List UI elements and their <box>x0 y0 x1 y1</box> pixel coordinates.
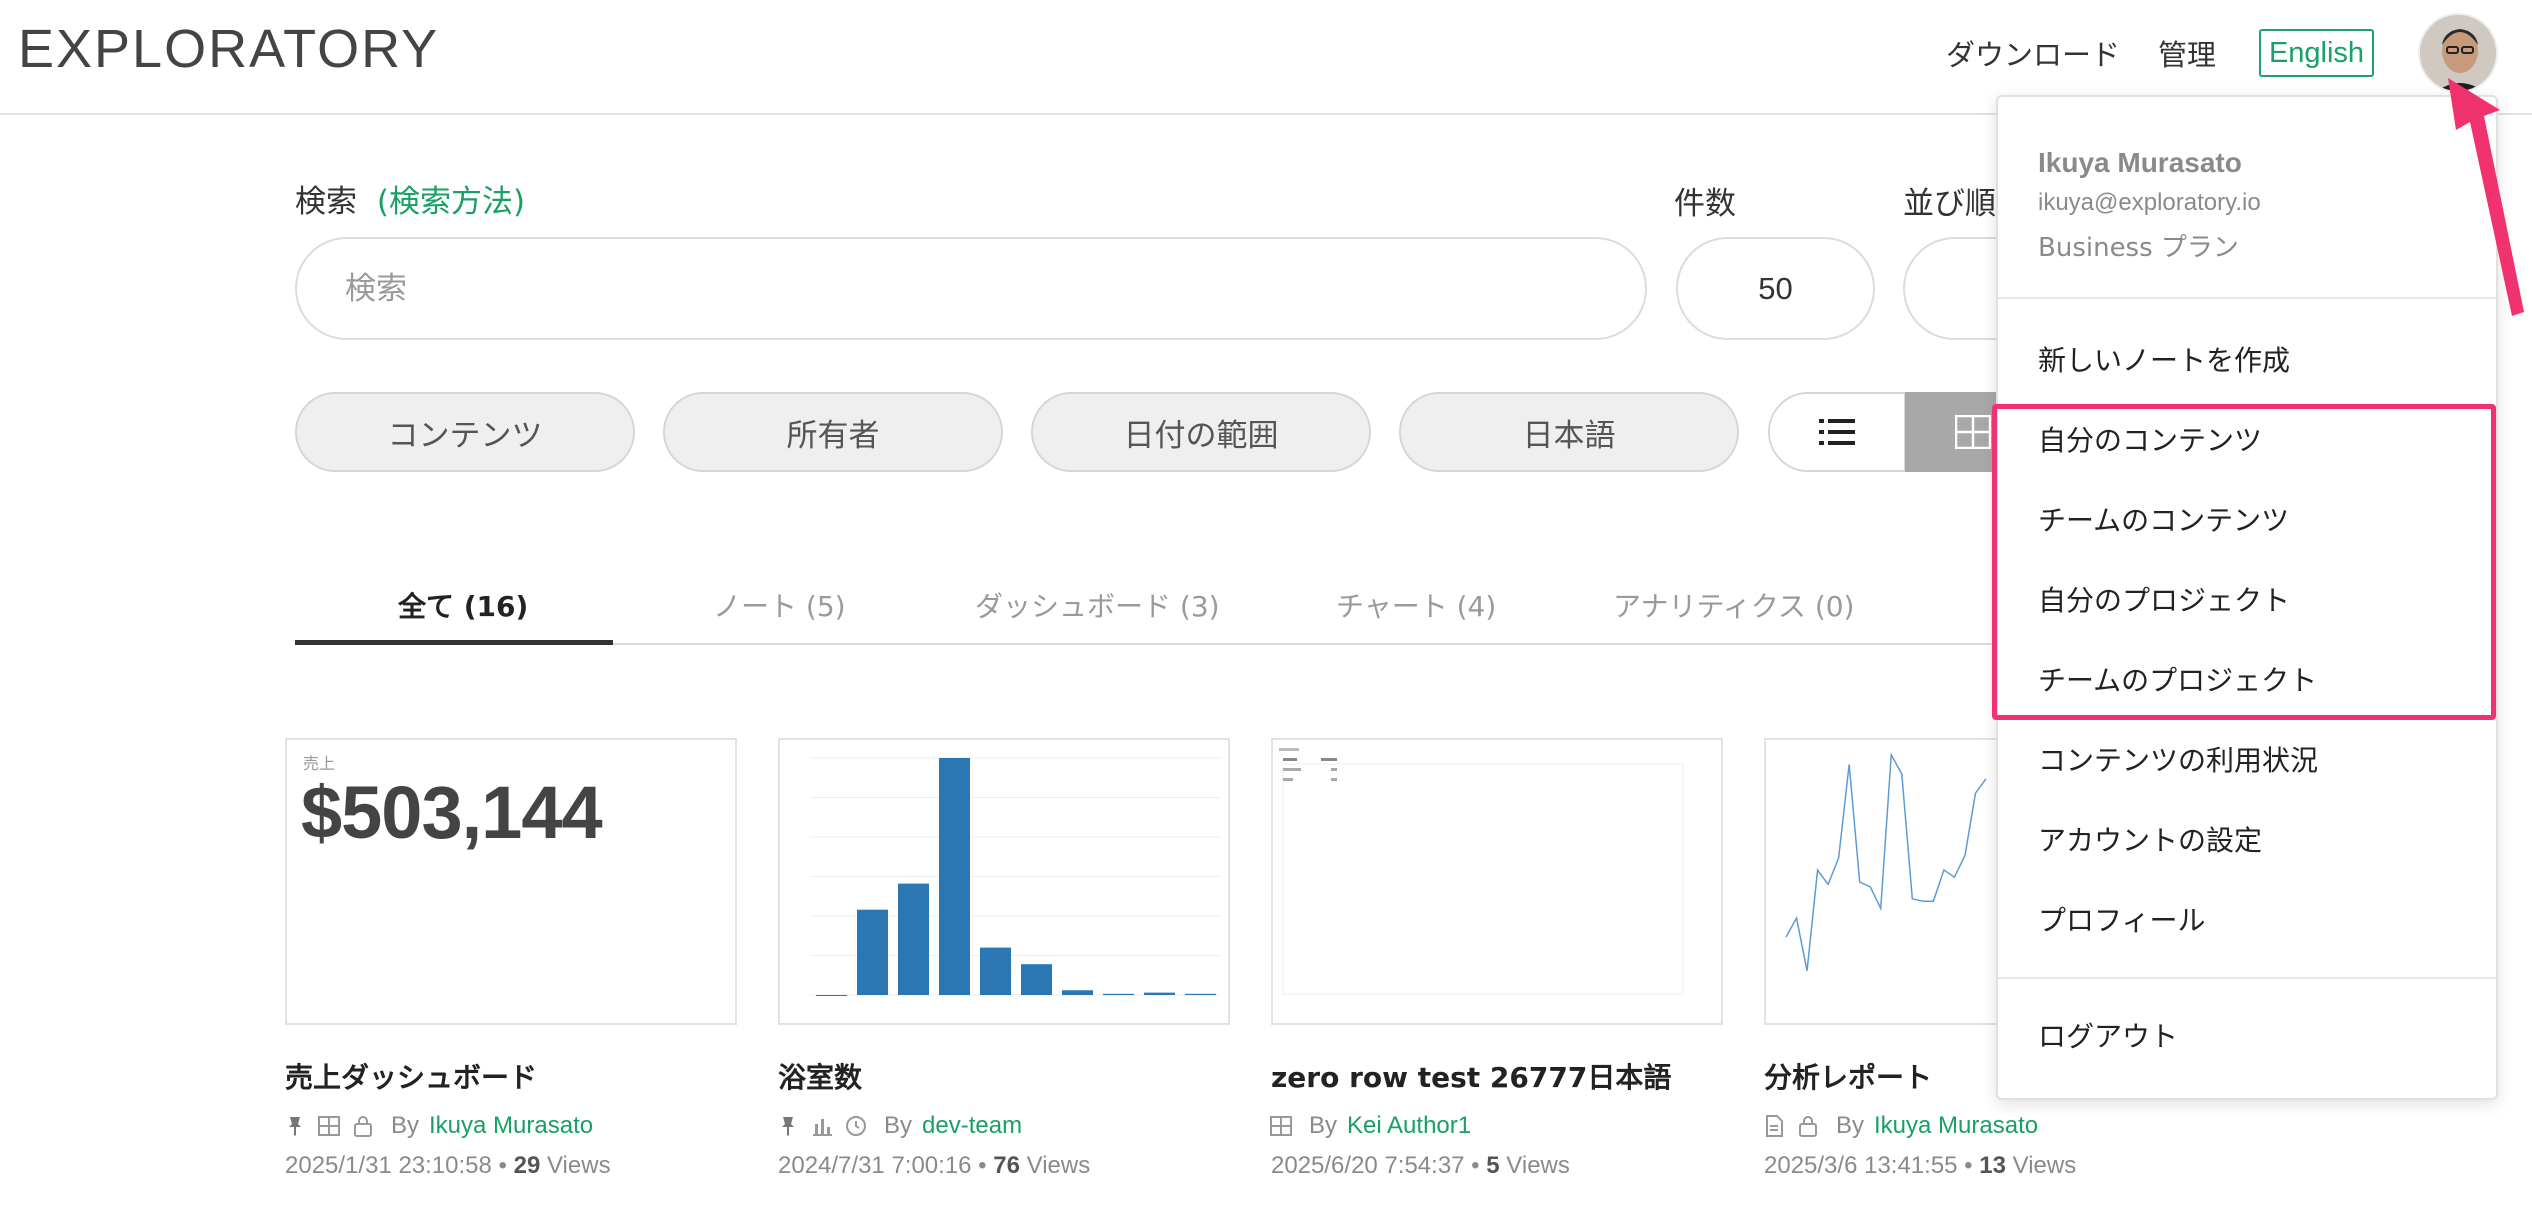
by-label: By <box>884 1112 913 1139</box>
filter-owner[interactable]: 所有者 <box>663 392 1003 472</box>
by-label: By <box>391 1112 420 1139</box>
thumb-bar <box>1103 993 1134 995</box>
dropdown-user-email: ikuya@exploratory.io <box>2038 189 2261 216</box>
search-label: 検索 (検索方法) <box>295 176 525 221</box>
document-icon <box>1766 1115 1783 1137</box>
views-count: 76 <box>993 1152 1020 1179</box>
clock-icon <box>846 1116 866 1136</box>
menu-account-settings[interactable]: アカウントの設定 <box>2038 819 2262 859</box>
author-link[interactable]: Kei Author1 <box>1347 1112 1471 1140</box>
card-meta: By dev-team <box>776 1112 1022 1140</box>
card-thumbnail[interactable] <box>778 738 1230 1025</box>
thumb-bar <box>1185 993 1216 995</box>
date-text: 2025/3/6 13:41:55 <box>1764 1152 1958 1179</box>
menu-content-usage[interactable]: コンテンツの利用状況 <box>2038 739 2318 779</box>
thumb-bar <box>816 995 847 996</box>
views-count: 5 <box>1486 1152 1500 1179</box>
grid-icon <box>1955 415 1991 449</box>
author-link[interactable]: Ikuya Murasato <box>429 1112 593 1140</box>
by-label: By <box>1309 1112 1338 1139</box>
by-label: By <box>1836 1112 1865 1139</box>
lock-icon <box>1799 1116 1817 1137</box>
grid-view-button[interactable] <box>1905 392 2000 472</box>
search-help-link[interactable]: (検索方法) <box>377 184 525 220</box>
views-label: Views <box>2012 1152 2077 1179</box>
views-count: 29 <box>513 1152 541 1179</box>
dashboard-icon <box>1270 1116 1292 1136</box>
search-input[interactable] <box>295 237 1647 340</box>
nav-admin[interactable]: 管理 <box>2158 32 2216 74</box>
thumb-bar <box>857 909 888 995</box>
date-text: 2024/7/31 7:00:16 <box>778 1152 972 1179</box>
thumb-bar <box>898 883 929 995</box>
card-thumbnail[interactable] <box>1271 738 1723 1025</box>
author-link[interactable]: Ikuya Murasato <box>1874 1112 2038 1140</box>
thumb-bar <box>980 947 1011 995</box>
card-meta: By Kei Author1 <box>1269 1112 1471 1140</box>
card-date: 2025/3/6 13:41:55 • 13 Views <box>1764 1152 2077 1179</box>
list-icon <box>1819 419 1855 445</box>
nav-download[interactable]: ダウンロード <box>1946 32 2120 74</box>
table-thumbnail <box>1279 748 1684 995</box>
tab-all[interactable]: 全て (16) <box>398 585 528 625</box>
date-text: 2025/6/20 7:54:37 <box>1271 1152 1465 1179</box>
thumb-kpi-value: $503,144 <box>301 771 603 854</box>
card-title[interactable]: 売上ダッシュボード <box>285 1056 537 1096</box>
pin-icon <box>289 1117 301 1136</box>
card-title[interactable]: 浴室数 <box>778 1056 862 1096</box>
dropdown-user-name: Ikuya Murasato <box>2038 147 2242 178</box>
card-meta: By Ikuya Murasato <box>283 1112 593 1140</box>
filter-content[interactable]: コンテンツ <box>295 392 635 472</box>
card-date: 2025/1/31 23:10:58 • 29 Views <box>285 1152 611 1179</box>
menu-profile[interactable]: プロフィール <box>2038 899 2205 939</box>
bar-chart-thumbnail <box>810 757 1220 996</box>
pin-icon <box>782 1117 794 1136</box>
list-view-button[interactable] <box>1768 392 1906 472</box>
views-count: 13 <box>1979 1152 2006 1179</box>
views-label: Views <box>1506 1152 1570 1179</box>
sort-label: 並び順 <box>1903 186 1996 222</box>
thumb-bar <box>1144 992 1175 995</box>
highlight-box <box>1992 404 2496 720</box>
card-title[interactable]: 分析レポート <box>1764 1056 1932 1096</box>
thumb-line-series <box>1785 752 1987 971</box>
author-link[interactable]: dev-team <box>922 1112 1022 1140</box>
menu-create-note[interactable]: 新しいノートを作成 <box>2038 339 2290 379</box>
app-logo[interactable]: EXPLORATORY <box>18 18 439 80</box>
card-date: 2025/6/20 7:54:37 • 5 Views <box>1271 1152 1570 1179</box>
card-meta: By Ikuya Murasato <box>1762 1112 2038 1140</box>
dropdown-divider <box>1998 977 2496 979</box>
thumb-bar <box>1062 990 1093 995</box>
thumb-bar <box>1021 964 1052 995</box>
search-label-text: 検索 <box>295 184 357 220</box>
card-thumbnail[interactable]: 売上 $503,144 <box>285 738 737 1025</box>
lock-icon <box>354 1116 372 1137</box>
filter-language[interactable]: 日本語 <box>1399 392 1739 472</box>
count-selector[interactable]: 50 <box>1676 237 1875 340</box>
tab-charts[interactable]: チャート (4) <box>1336 585 1496 625</box>
annotation-arrow-icon <box>2448 78 2524 316</box>
menu-logout[interactable]: ログアウト <box>2038 1015 2178 1055</box>
bar-chart-icon <box>813 1119 832 1136</box>
filter-date-range[interactable]: 日付の範囲 <box>1031 392 1371 472</box>
tab-analytics[interactable]: アナリティクス (0) <box>1613 585 1854 625</box>
views-label: Views <box>546 1152 611 1179</box>
tab-notes[interactable]: ノート (5) <box>713 585 846 625</box>
language-button[interactable]: English <box>2259 29 2374 77</box>
date-text: 2025/1/31 23:10:58 <box>285 1152 492 1179</box>
active-tab-indicator <box>295 640 613 645</box>
card-date: 2024/7/31 7:00:16 • 76 Views <box>778 1152 1091 1179</box>
dropdown-plan: Business プラン <box>2038 233 2239 263</box>
thumb-bar <box>939 758 970 995</box>
card-title[interactable]: zero row test 26777日本語 <box>1271 1056 1671 1096</box>
count-label: 件数 <box>1674 186 1736 222</box>
dashboard-icon <box>318 1116 340 1136</box>
tab-dashboards[interactable]: ダッシュボード (3) <box>975 585 1220 625</box>
views-label: Views <box>1026 1152 1091 1179</box>
